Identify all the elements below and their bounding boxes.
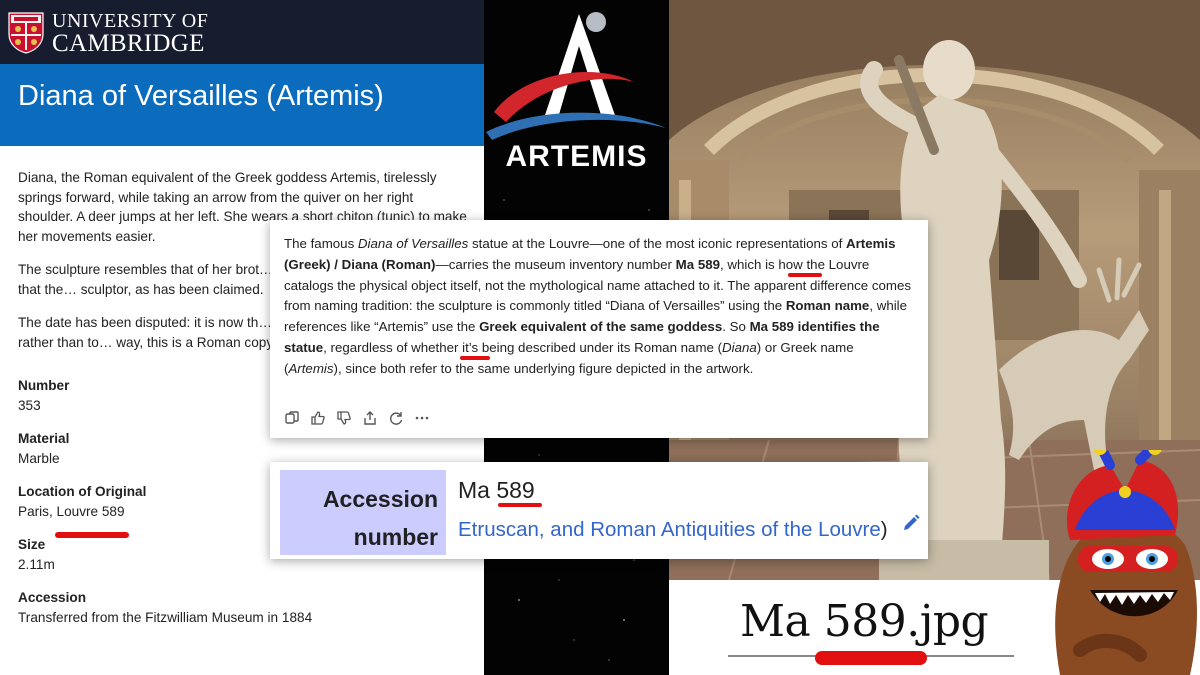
copy-icon[interactable] [284, 410, 300, 426]
louvre-department-link[interactable]: Etruscan, and Roman Antiquities of the L… [458, 518, 881, 541]
chat-action-bar [284, 410, 430, 426]
chat-text-bold-greek-equivalent: Greek equivalent of the same goddess [479, 319, 723, 335]
red-underline-filename [815, 651, 927, 665]
chat-text-3: statue at the Louvre—one of the most ico… [468, 236, 846, 251]
chat-text-5: —carries the museum inventory number [435, 256, 676, 272]
chat-response-card: The famous Diana of Versailles statue at… [270, 220, 928, 438]
chat-text-italic-artemis: Artemis [288, 360, 334, 376]
share-icon[interactable] [362, 410, 378, 426]
accession-number-value: Ma 589 [458, 477, 535, 503]
image-filename: Ma 589.jpg [740, 596, 989, 647]
closing-paren: ) [880, 518, 888, 541]
chat-response-text: The famous Diana of Versailles statue at… [284, 234, 912, 380]
louvre-department-link-row: Etruscan, and Roman Antiquities of the L… [458, 518, 888, 542]
red-underline-chat-2 [460, 356, 490, 360]
accession-label-cell: Accession number [280, 470, 446, 555]
logo-line-1: UNIVERSITY OF [52, 10, 209, 32]
accession-label-line-1: Accession [322, 486, 438, 512]
red-underline-louvre [55, 532, 129, 538]
accession-infobox-row: Accession number Ma 589 Etruscan, and Ro… [270, 462, 928, 559]
accession-label-line-2: number [353, 524, 438, 550]
red-underline-chat-1 [788, 273, 822, 277]
field-label-accession: Accession [18, 590, 87, 605]
red-underline-accession [498, 503, 542, 507]
chat-text-11: . So [722, 319, 750, 335]
regenerate-icon[interactable] [388, 410, 404, 426]
field-value-accession: Transferred from the Fitzwilliam Museum … [18, 609, 313, 625]
artemis-a-logo-icon [486, 12, 666, 140]
chat-text-italic-title: Diana of Versailles [357, 236, 469, 251]
page-title: Diana of Versailles (Artemis) [18, 80, 384, 112]
cambridge-header: UNIVERSITY OF CAMBRIDGE [0, 0, 484, 64]
edit-pencil-icon[interactable] [902, 514, 920, 532]
chat-text-bold-roman-name: Roman name [785, 298, 870, 314]
more-icon[interactable] [414, 410, 430, 426]
chat-text-13: , regardless of whether it’s being descr… [323, 339, 723, 355]
thumbs-up-icon[interactable] [310, 410, 326, 426]
logo-line-2: CAMBRIDGE [52, 30, 205, 57]
thumbs-down-icon[interactable] [336, 410, 352, 426]
cambridge-logo-text[interactable]: UNIVERSITY OF CAMBRIDGE [52, 10, 208, 56]
jester-character-image [1055, 450, 1197, 675]
cambridge-crest-icon [8, 12, 44, 54]
chat-text-1: The famous [284, 236, 358, 251]
artemis-wordmark: ARTEMIS [505, 140, 648, 173]
chat-text-17: ), since both refer to the same underlyi… [333, 360, 754, 376]
chat-text-bold-ma589: Ma 589 [675, 256, 721, 272]
chat-text-italic-diana: Diana [722, 339, 757, 355]
